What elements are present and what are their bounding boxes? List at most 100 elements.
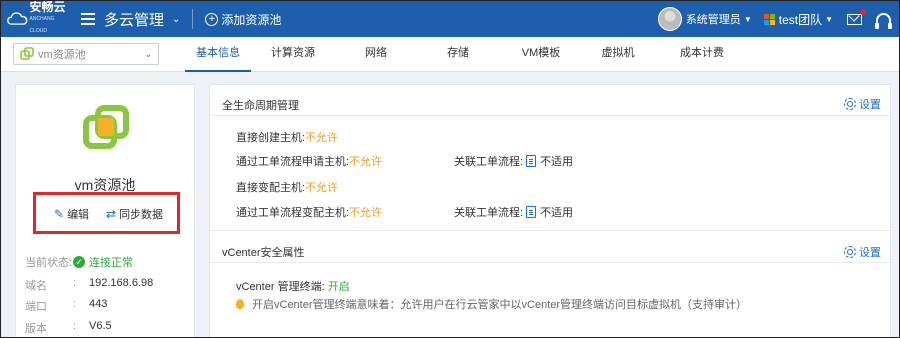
add-resource-pool-button[interactable]: + 添加资源池: [205, 11, 281, 28]
ticket-create-row: 通过工单流程申请主机: 不允许: [236, 153, 382, 169]
message-button[interactable]: [847, 8, 866, 25]
vcenter-section-title: vCenter安全属性: [222, 247, 305, 259]
top-navbar: 安畅云 ANCHANG CLOUD 多云管理 ⌄ + 添加资源池 系统管理员 ▼ …: [1, 1, 899, 37]
resource-pool-select[interactable]: vm资源池 ⌄: [13, 43, 159, 65]
user-chevron-down-icon[interactable]: ▼: [744, 15, 752, 24]
info-label: 端口: [25, 301, 47, 313]
info-row-port: 端口 : 443: [25, 298, 107, 314]
gear-icon: [844, 246, 856, 258]
domain-value: 192.168.6.98: [89, 277, 154, 289]
hamburger-menu-icon[interactable]: [81, 13, 95, 25]
info-label: 当前状态:: [25, 257, 73, 269]
check-circle-icon: ✓: [73, 256, 85, 268]
tab-bar: vm资源池 ⌄ 基本信息 计算资源 网络 存储 VM模板 虚拟机 成本计费: [1, 37, 899, 72]
team-chevron-down-icon: ▼: [825, 14, 833, 24]
lifecycle-settings-button[interactable]: 设置: [844, 96, 881, 112]
lifecycle-section-title: 全生命周期管理: [222, 100, 299, 112]
team-name: test团队: [778, 12, 823, 27]
divider: [210, 115, 890, 116]
kv-label: 关联工单流程:: [454, 156, 524, 168]
gear-icon: [844, 98, 856, 110]
document-icon: [526, 155, 537, 167]
add-pool-label: 添加资源池: [221, 12, 282, 27]
edit-button[interactable]: ✎ 编辑: [54, 206, 89, 222]
kv-label: 直接创建主机:: [236, 132, 306, 144]
info-row-domain: 域名 : 192.168.6.98: [25, 277, 153, 293]
kv-label: 通过工单流程申请主机:: [236, 156, 350, 168]
tip-text: 开启vCenter管理终端意味着：允许用户在行云管家中以vCenter管理终端访…: [252, 299, 748, 311]
highlight-box: ✎ 编辑 ⇄ 同步数据: [33, 192, 180, 234]
mail-icon: [847, 13, 862, 25]
vmware-logo-icon: [83, 105, 129, 149]
logo[interactable]: 安畅云 ANCHANG CLOUD: [7, 1, 67, 37]
plus-circle-icon: +: [205, 12, 219, 26]
tab-compute[interactable]: 计算资源: [265, 37, 321, 72]
kv-label: 通过工单流程变配主机:: [236, 207, 350, 219]
vcenter-settings-button[interactable]: 设置: [844, 244, 881, 260]
sync-icon: ⇄: [106, 207, 117, 221]
vmware-icon: [20, 47, 34, 60]
kv-value: 不允许: [305, 182, 339, 194]
settings-label: 设置: [859, 99, 881, 111]
info-colon: :: [73, 298, 77, 310]
app-title: 多云管理: [104, 11, 165, 29]
chevron-down-icon: ⌄: [144, 48, 152, 59]
chevron-down-icon[interactable]: ⌄: [172, 14, 180, 25]
lightbulb-icon: [236, 299, 244, 309]
kv-label: 直接变配主机:: [236, 182, 306, 194]
create-flow-row: 关联工单流程: 不适用: [454, 153, 573, 169]
tab-storage[interactable]: 存储: [431, 37, 485, 72]
kv-value: 不允许: [305, 132, 339, 144]
user-name[interactable]: 系统管理员: [686, 11, 741, 27]
settings-label: 设置: [859, 247, 881, 259]
status-value: 连接正常: [89, 257, 133, 269]
kv-label: vCenter 管理终端:: [236, 281, 325, 293]
tab-basic-info[interactable]: 基本信息: [185, 37, 251, 72]
vcenter-tip: 开启vCenter管理终端意味着：允许用户在行云管家中以vCenter管理终端访…: [236, 296, 747, 312]
vcenter-terminal-row: vCenter 管理终端: 开启: [236, 278, 350, 294]
port-value: 443: [89, 298, 108, 310]
document-icon: [526, 206, 537, 218]
direct-create-row: 直接创建主机: 不允许: [236, 129, 338, 145]
tab-vm-template[interactable]: VM模板: [511, 37, 571, 72]
team-switcher[interactable]: test团队 ▼: [763, 11, 833, 28]
edit-icon: ✎: [54, 207, 65, 221]
tab-vm[interactable]: 虚拟机: [593, 37, 643, 72]
ticket-change-row: 通过工单流程变配主机: 不允许: [236, 204, 382, 220]
logo-text: 安畅云 ANCHANG CLOUD: [29, 0, 66, 34]
info-label: 版本: [25, 323, 47, 335]
info-label: 域名: [25, 280, 47, 292]
cloud-logo-icon: [7, 12, 28, 25]
headset-icon[interactable]: [875, 12, 892, 29]
kv-value: 不适用: [540, 207, 574, 219]
divider: [192, 9, 194, 29]
direct-change-row: 直接变配主机: 不允许: [236, 179, 338, 195]
sync-label: 同步数据: [119, 209, 164, 221]
status-badge: ✓ 连接正常: [73, 254, 133, 270]
sync-data-button[interactable]: ⇄ 同步数据: [106, 206, 163, 222]
top-right-controls: 系统管理员 ▼ test团队 ▼: [657, 1, 899, 37]
divider: [210, 230, 890, 231]
kv-label: 关联工单流程:: [454, 207, 524, 219]
notification-dot: [860, 8, 866, 15]
edit-label: 编辑: [67, 209, 90, 221]
version-value: V6.5: [89, 320, 112, 332]
app-window: 安畅云 ANCHANG CLOUD 多云管理 ⌄ + 添加资源池 系统管理员 ▼ …: [0, 0, 900, 338]
kv-value: 开启: [327, 281, 350, 293]
avatar[interactable]: [657, 7, 682, 31]
divider: [210, 262, 890, 263]
pool-summary-panel: vm资源池 ✎ 编辑 ⇄ 同步数据 当前状态: ✓ 连接正常 域名 : 192.…: [15, 84, 195, 337]
info-colon: :: [73, 277, 77, 289]
info-row-version: 版本 : V6.5: [25, 320, 112, 336]
info-colon: :: [73, 320, 77, 332]
resource-pool-select-value: vm资源池: [38, 49, 86, 61]
kv-value: 不适用: [540, 156, 574, 168]
change-flow-row: 关联工单流程: 不适用: [454, 204, 573, 220]
kv-value: 不允许: [349, 156, 383, 168]
team-icon: [763, 13, 775, 25]
info-row-status: 当前状态: ✓ 连接正常: [25, 254, 133, 270]
kv-value: 不允许: [349, 207, 383, 219]
tab-billing[interactable]: 成本计费: [671, 37, 733, 72]
tab-network[interactable]: 网络: [349, 37, 403, 72]
pool-details-panel: 全生命周期管理 设置 直接创建主机: 不允许 通过工单流程申请主机: 不允许 关…: [209, 84, 891, 337]
